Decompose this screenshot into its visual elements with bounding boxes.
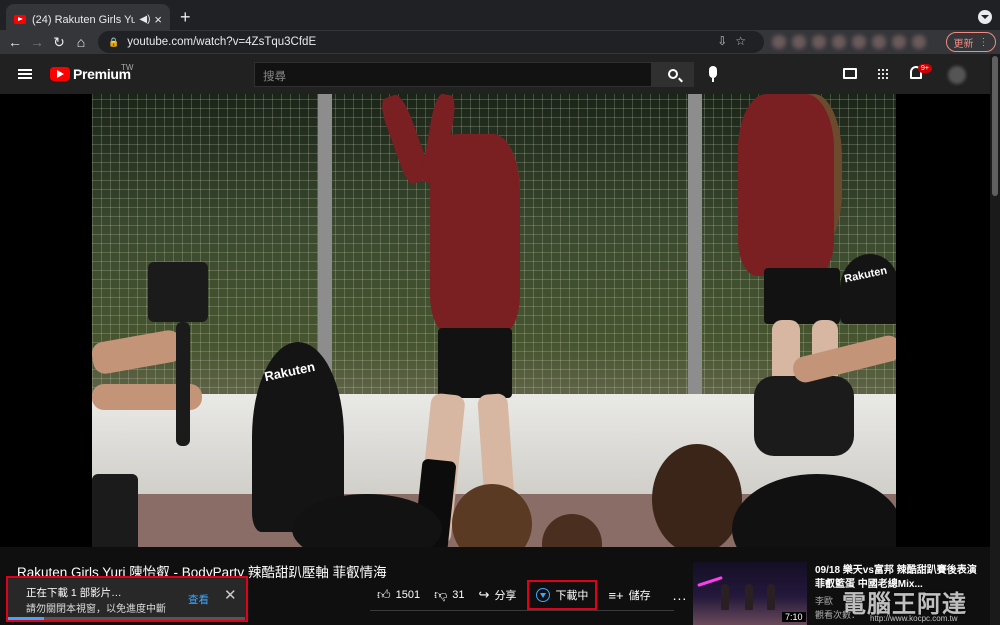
save-label: 儲存 <box>628 590 651 602</box>
camera-operator-body <box>92 474 138 547</box>
thumbnail-figure <box>745 584 753 610</box>
like-count: 1501 <box>395 589 421 601</box>
lock-icon[interactable]: 🔒 <box>108 37 119 48</box>
snackbar-view-button[interactable]: 查看 <box>188 592 209 607</box>
share-icon: ↪ <box>478 587 490 602</box>
create-video-icon[interactable] <box>843 68 857 79</box>
close-tab-icon[interactable]: × <box>154 12 162 27</box>
share-button[interactable]: ↪ 分享 <box>472 582 524 608</box>
foreground-camera <box>754 376 854 456</box>
download-progress-fill <box>8 617 44 620</box>
dancer-shorts <box>438 328 512 398</box>
url-text: youtube.com/watch?v=4ZsTqu3CfdE <box>127 36 317 48</box>
apps-grid-icon[interactable] <box>877 68 889 80</box>
camera-gimbal <box>148 262 208 322</box>
video-player[interactable]: Rakuten Rakuten <box>92 94 896 547</box>
video-actions: 👍︎ 1501 👎︎ 31 ↪ 分享 下載中 ≡+ 儲存 ... <box>370 580 694 610</box>
extensions-area[interactable] <box>772 35 940 49</box>
chair <box>840 254 896 324</box>
snackbar-title: 正在下載 1 部影片… <box>26 587 122 599</box>
update-button[interactable]: 更新 ⋮ <box>946 32 996 52</box>
youtube-masthead: Premium TW 搜尋 9+ <box>0 54 990 94</box>
download-progress-icon <box>536 588 551 602</box>
dancer-shirt <box>738 94 834 276</box>
dislike-button[interactable]: 👎︎ 31 <box>427 582 471 608</box>
browser-tab-strip: (24) Rakuten Girls Yuri 陳怡 ◀) × + <box>0 0 1000 34</box>
video-duration: 7:10 <box>782 612 806 622</box>
save-button[interactable]: ≡+ 儲存 <box>601 582 657 608</box>
close-icon[interactable]: ✕ <box>224 588 237 603</box>
download-progress-bar <box>8 617 245 620</box>
thumbnail-figure <box>767 584 775 610</box>
thumb-down-icon: 👎︎ <box>434 587 448 602</box>
dancer-shorts <box>764 268 840 324</box>
kebab-menu-icon: ⋮ <box>978 36 989 48</box>
actions-divider <box>370 610 674 611</box>
mic-icon[interactable] <box>709 66 717 82</box>
forward-button[interactable]: → <box>26 34 48 50</box>
download-label: 下載中 <box>555 590 589 602</box>
search-input[interactable]: 搜尋 <box>254 62 652 87</box>
lightstick <box>697 576 723 587</box>
thumb-up-icon: 👍︎ <box>377 587 391 602</box>
address-bar[interactable]: 🔒 youtube.com/watch?v=4ZsTqu3CfdE ⇩☆ <box>98 31 764 53</box>
playlist-add-icon: ≡+ <box>608 587 624 603</box>
youtube-favicon-icon <box>14 14 26 24</box>
crowd-head <box>652 444 742 547</box>
update-label: 更新 <box>953 38 974 50</box>
tab-title: (24) Rakuten Girls Yuri 陳怡 <box>32 14 136 26</box>
download-snackbar: 正在下載 1 部影片… 請勿關閉本視窗，以免進度中斷 查看 ✕ <box>6 576 248 622</box>
share-label: 分享 <box>494 590 517 602</box>
tab-search-button[interactable] <box>978 10 992 24</box>
watermark-url: http://www.kocpc.com.tw <box>870 614 958 623</box>
pole <box>688 94 702 424</box>
region-code: TW <box>121 63 134 72</box>
search-button[interactable] <box>652 62 694 87</box>
snackbar-message: 請勿關閉本視窗，以免進度中斷 <box>26 604 166 615</box>
home-button[interactable]: ⌂ <box>70 34 92 50</box>
omnibox-actions[interactable]: ⇩☆ <box>717 34 754 48</box>
back-button[interactable]: ← <box>4 34 26 50</box>
download-button[interactable]: 下載中 <box>527 580 598 610</box>
suggested-channel: 李歐 <box>815 596 834 606</box>
camera-gimbal-handle <box>176 322 190 446</box>
avatar[interactable] <box>948 66 966 84</box>
like-button[interactable]: 👍︎ 1501 <box>370 582 427 608</box>
search-icon <box>668 69 678 79</box>
scrollbar-thumb[interactable] <box>992 56 998 196</box>
browser-toolbar: ← → ↻ ⌂ 🔒 youtube.com/watch?v=4ZsTqu3Cfd… <box>0 30 1000 54</box>
dislike-count: 31 <box>452 589 465 601</box>
thumbnail-figure <box>721 584 729 610</box>
speaker-icon[interactable]: ◀) <box>139 14 150 25</box>
more-actions-button[interactable]: ... <box>666 582 695 608</box>
youtube-logo-icon[interactable] <box>50 67 70 81</box>
menu-icon[interactable] <box>18 69 32 79</box>
notification-badge: 9+ <box>918 64 932 73</box>
reload-button[interactable]: ↻ <box>48 34 70 51</box>
new-tab-button[interactable]: + <box>180 8 191 26</box>
